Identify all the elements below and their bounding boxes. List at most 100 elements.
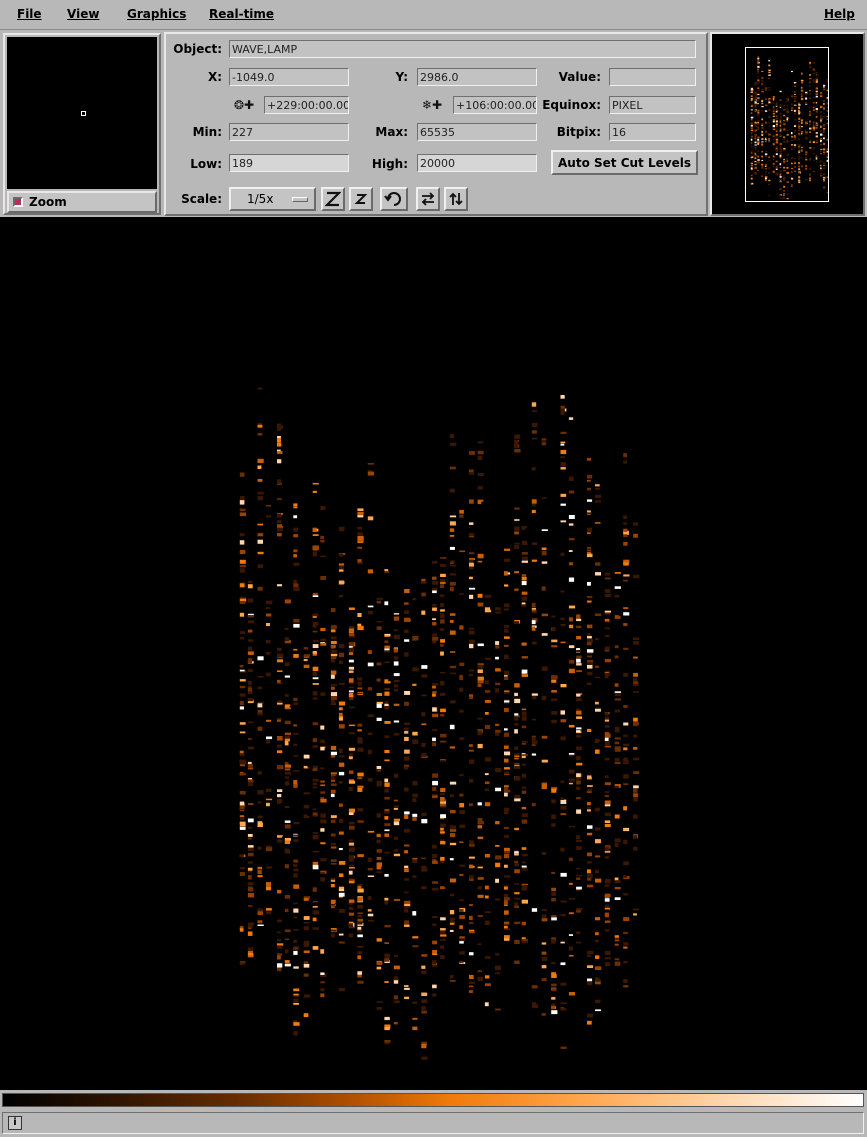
spectral-line — [614, 939, 620, 942]
zoom-toggle[interactable]: Zoom — [7, 191, 157, 213]
spectral-line — [348, 808, 355, 813]
high-cut-input[interactable]: 20000 — [417, 154, 537, 172]
spectral-line — [293, 863, 298, 867]
spectral-line — [459, 737, 465, 740]
colorbar[interactable] — [2, 1093, 864, 1107]
spectral-line — [239, 540, 245, 545]
auto-set-cut-levels-button[interactable]: Auto Set Cut Levels — [551, 150, 698, 175]
spectral-line — [587, 950, 594, 955]
spectral-line — [320, 576, 326, 580]
spectral-line — [257, 869, 262, 874]
spectral-line — [277, 794, 282, 798]
panner-window[interactable] — [710, 32, 865, 216]
spectral-line — [393, 733, 400, 736]
spectral-line — [531, 410, 538, 412]
spectral-line — [469, 759, 475, 764]
spectral-line — [432, 683, 439, 686]
spectral-line — [312, 808, 317, 811]
spectral-line — [303, 792, 311, 795]
scale-select[interactable]: 1/5x — [229, 187, 316, 211]
menu-help[interactable]: Help — [824, 7, 855, 21]
spectral-line — [367, 463, 375, 465]
spectral-line — [568, 769, 575, 774]
spectral-line — [560, 1002, 567, 1005]
panner-view-frame[interactable] — [745, 47, 829, 202]
spectral-line — [568, 515, 575, 519]
spectral-line — [595, 488, 600, 490]
menu-file[interactable]: File — [17, 7, 42, 21]
spectral-line — [440, 827, 444, 831]
spectral-line — [404, 878, 410, 881]
zoom-out-button[interactable] — [349, 187, 373, 211]
spectral-line — [257, 823, 263, 827]
spectral-line — [614, 761, 621, 764]
status-area: i — [2, 1112, 864, 1134]
spectral-line — [504, 584, 509, 587]
spectral-line — [531, 1004, 539, 1009]
spectral-line — [449, 528, 454, 530]
spectral-line — [284, 675, 290, 678]
flip-y-button[interactable] — [444, 187, 468, 211]
zoom-canvas[interactable] — [7, 37, 157, 189]
spectral-line — [576, 730, 580, 733]
spectral-line — [320, 692, 326, 696]
spectral-line — [459, 514, 464, 518]
zoom-checkbox[interactable] — [13, 197, 23, 207]
low-cut-input[interactable]: 189 — [229, 154, 349, 172]
menu-realtime[interactable]: Real-time — [209, 7, 274, 21]
spectral-line — [541, 978, 547, 981]
spectral-line — [469, 878, 474, 881]
spectral-line — [257, 709, 263, 713]
spectral-line — [623, 453, 627, 458]
spectral-line — [247, 680, 252, 685]
spectral-line — [239, 693, 246, 697]
spectral-line — [330, 751, 337, 756]
spectral-line — [477, 943, 482, 946]
spectral-line — [560, 684, 567, 688]
spectral-line — [521, 773, 527, 778]
spectral-line — [247, 875, 252, 880]
spectral-line — [440, 671, 446, 674]
spectral-line — [393, 1000, 400, 1003]
spectral-line — [440, 939, 447, 941]
menu-view[interactable]: View — [67, 7, 99, 21]
spectral-line — [477, 886, 482, 890]
spectral-line — [440, 886, 445, 890]
spectral-line — [357, 526, 362, 530]
spectral-line — [440, 644, 444, 647]
spectral-line — [404, 829, 410, 833]
spectral-line — [284, 894, 291, 899]
colorbar-area — [0, 1090, 867, 1110]
spectral-line — [587, 806, 591, 809]
spectral-line — [330, 906, 335, 909]
spectral-line — [312, 534, 319, 536]
spectral-line — [440, 708, 446, 713]
spectral-line — [604, 577, 611, 580]
spectral-line — [604, 589, 611, 593]
flip-x-button[interactable] — [416, 187, 440, 211]
spectral-line — [587, 550, 592, 553]
spectral-line — [568, 898, 576, 900]
spectral-line — [432, 685, 436, 689]
menu-graphics[interactable]: Graphics — [127, 7, 186, 21]
spectral-line — [404, 920, 410, 924]
spectral-line — [348, 839, 353, 842]
spectral-line — [521, 763, 526, 766]
spectral-line — [459, 824, 466, 828]
spectral-line — [330, 659, 335, 663]
spectral-line — [357, 885, 362, 889]
image-canvas[interactable] — [0, 217, 867, 1090]
spectral-line — [432, 691, 437, 694]
min-label: Min: — [192, 125, 222, 139]
spectral-line — [421, 867, 428, 872]
spectral-line — [239, 601, 246, 605]
info-icon[interactable]: i — [8, 1116, 22, 1130]
spectral-line — [338, 803, 343, 807]
spectral-line — [284, 736, 290, 739]
spectral-line — [277, 451, 283, 454]
spectral-line — [504, 785, 509, 788]
spectral-line — [604, 741, 610, 745]
zoom-in-button[interactable] — [321, 187, 345, 211]
rotate-button[interactable] — [380, 187, 408, 211]
spectral-line — [469, 974, 474, 979]
